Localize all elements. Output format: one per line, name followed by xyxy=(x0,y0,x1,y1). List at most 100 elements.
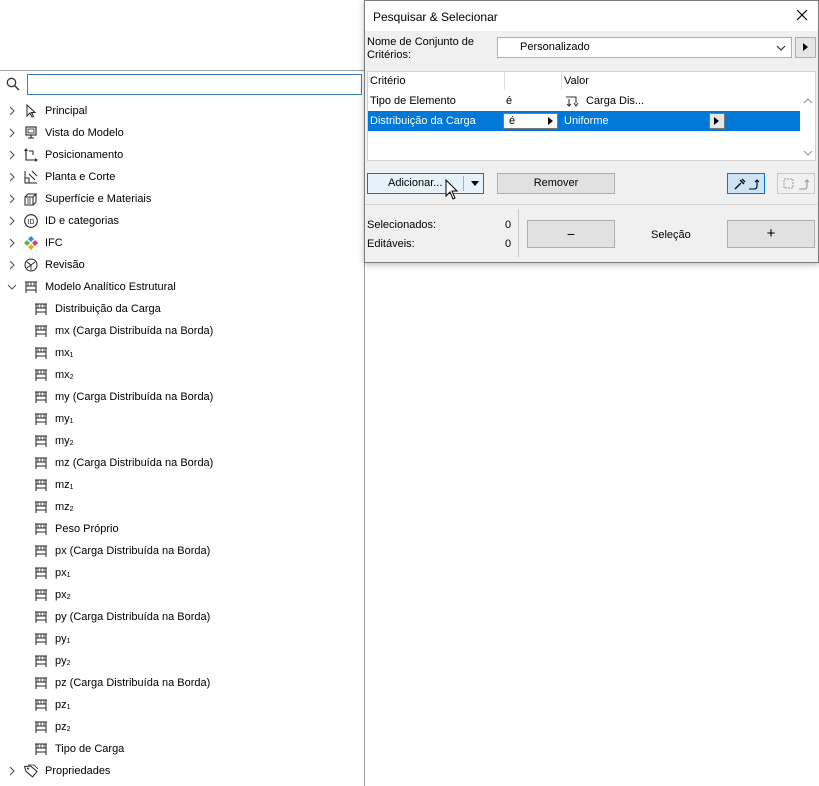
tree-item-label: mz xyxy=(55,479,70,491)
deselect-button[interactable]: − xyxy=(527,220,615,248)
table-row-selected[interactable]: Distribuição da Carga é Uniforme xyxy=(368,111,800,131)
tree-item[interactable]: pz1 xyxy=(0,694,364,716)
tree-item-subscript: 2 xyxy=(69,440,74,447)
add-button[interactable]: Adicionar... xyxy=(367,173,484,194)
tree-item[interactable]: Distribuição da Carga xyxy=(0,298,364,320)
tree-item-label: px (Carga Distribuída na Borda) xyxy=(55,545,211,557)
structural-load-icon xyxy=(35,479,47,491)
id-icon: ID xyxy=(24,214,38,228)
tree-item-subscript: 1 xyxy=(69,418,74,425)
tree-category[interactable]: Posicionamento xyxy=(0,144,364,166)
chevron-right-icon[interactable] xyxy=(7,150,17,160)
split-divider xyxy=(463,176,464,191)
tree-item-label: Propriedades xyxy=(45,765,111,777)
tree-item-label: ID e categorias xyxy=(45,215,119,227)
row-criterion: Distribuição da Carga xyxy=(370,115,476,127)
row-criterion: Tipo de Elemento xyxy=(370,95,456,107)
structural-load-icon xyxy=(35,369,47,381)
selection-label: Seleção xyxy=(651,229,691,241)
tree-item[interactable]: px2 xyxy=(0,584,364,606)
tree-item[interactable]: py1 xyxy=(0,628,364,650)
table-row[interactable]: Tipo de Elemento é Carga Dis... xyxy=(368,91,800,111)
tree-item[interactable]: my1 xyxy=(0,408,364,430)
tree-category[interactable]: Principal xyxy=(0,100,364,122)
search-row xyxy=(0,71,365,99)
structural-load-icon xyxy=(35,633,47,645)
tree-item[interactable]: mz (Carga Distribuída na Borda) xyxy=(0,452,364,474)
value-menu-button[interactable] xyxy=(709,113,725,129)
tree-category[interactable]: Modelo Analítico Estrutural xyxy=(0,276,364,298)
scroll-up-icon[interactable] xyxy=(803,96,813,106)
operator-dropdown[interactable]: é xyxy=(503,113,558,129)
tree-item-label: mz (Carga Distribuída na Borda) xyxy=(55,457,214,469)
pick-parameters-button[interactable] xyxy=(727,173,765,194)
tree-item[interactable]: mx (Carga Distribuída na Borda) xyxy=(0,320,364,342)
chevron-right-icon[interactable] xyxy=(7,128,17,138)
tree-item-label: my xyxy=(55,435,70,447)
tree-item[interactable]: py (Carga Distribuída na Borda) xyxy=(0,606,364,628)
tree-item-subscript: 2 xyxy=(66,726,71,733)
tree-item[interactable]: Peso Próprio xyxy=(0,518,364,540)
tree-item[interactable]: Tipo de Carga xyxy=(0,738,364,760)
structural-load-icon xyxy=(35,567,47,579)
dropdown-arrow-icon[interactable] xyxy=(471,181,479,186)
tree-category[interactable]: Superfície e Materiais xyxy=(0,188,364,210)
chevron-right-icon[interactable] xyxy=(7,106,17,116)
mouse-cursor-icon xyxy=(445,179,459,200)
chevron-right-icon[interactable] xyxy=(7,216,17,226)
remove-button[interactable]: Remover xyxy=(497,173,615,194)
chevron-right-icon[interactable] xyxy=(7,238,17,248)
section-divider xyxy=(365,204,818,205)
tree-category[interactable]: Vista do Modelo xyxy=(0,122,364,144)
close-icon[interactable] xyxy=(794,7,810,23)
tree-item-subscript: 2 xyxy=(69,506,74,513)
search-icon xyxy=(6,77,20,91)
structural-load-icon xyxy=(566,96,579,107)
structural-load-icon xyxy=(35,699,47,711)
dialog-titlebar[interactable]: Pesquisar & Selecionar xyxy=(365,1,818,31)
tree-category[interactable]: ID ID e categorias xyxy=(0,210,364,232)
tree-category[interactable]: IFC xyxy=(0,232,364,254)
criteria-set-dropdown[interactable]: Personalizado xyxy=(497,37,792,58)
row-value: Uniforme xyxy=(564,115,609,127)
structural-load-icon xyxy=(25,281,37,293)
tree-item[interactable]: mx1 xyxy=(0,342,364,364)
tree-category[interactable]: Planta e Corte xyxy=(0,166,364,188)
search-input[interactable] xyxy=(27,74,362,95)
marquee-icon xyxy=(783,178,810,190)
tree-item[interactable]: mx2 xyxy=(0,364,364,386)
scroll-down-icon[interactable] xyxy=(803,148,813,158)
tree-item[interactable]: my (Carga Distribuída na Borda) xyxy=(0,386,364,408)
selected-label: Selecionados: xyxy=(367,219,437,231)
tree-item-subscript: 1 xyxy=(66,572,71,579)
tree-category[interactable]: Revisão xyxy=(0,254,364,276)
tree-item[interactable]: py2 xyxy=(0,650,364,672)
dialog-title: Pesquisar & Selecionar xyxy=(373,10,498,24)
tree-item[interactable]: pz (Carga Distribuída na Borda) xyxy=(0,672,364,694)
tree-item[interactable]: px (Carga Distribuída na Borda) xyxy=(0,540,364,562)
chevron-right-icon[interactable] xyxy=(7,260,17,270)
tree-category[interactable]: Propriedades xyxy=(0,760,364,782)
tree-item[interactable]: px1 xyxy=(0,562,364,584)
tree-item-label: mx (Carga Distribuída na Borda) xyxy=(55,325,214,337)
arrow-pointer-icon xyxy=(26,103,37,118)
chevron-right-icon[interactable] xyxy=(7,172,17,182)
select-button[interactable]: + xyxy=(727,220,815,248)
marquee-selection-button[interactable] xyxy=(777,173,815,194)
materials-icon xyxy=(24,193,38,206)
criteria-set-menu-button[interactable] xyxy=(795,37,816,58)
structural-load-icon xyxy=(35,721,47,733)
chevron-right-icon[interactable] xyxy=(7,194,17,204)
chevron-down-icon[interactable] xyxy=(7,282,17,292)
tree-item-subscript: 2 xyxy=(69,374,74,381)
chevron-down-icon xyxy=(776,45,786,51)
eyedropper-icon xyxy=(734,178,760,190)
tag-icon xyxy=(23,764,39,778)
tree-item[interactable]: mz2 xyxy=(0,496,364,518)
tree-item-subscript: 1 xyxy=(66,638,71,645)
chevron-right-icon[interactable] xyxy=(7,766,17,776)
tree-item[interactable]: my2 xyxy=(0,430,364,452)
tree-item[interactable]: pz2 xyxy=(0,716,364,738)
floorplan-section-icon xyxy=(24,170,38,184)
tree-item[interactable]: mz1 xyxy=(0,474,364,496)
